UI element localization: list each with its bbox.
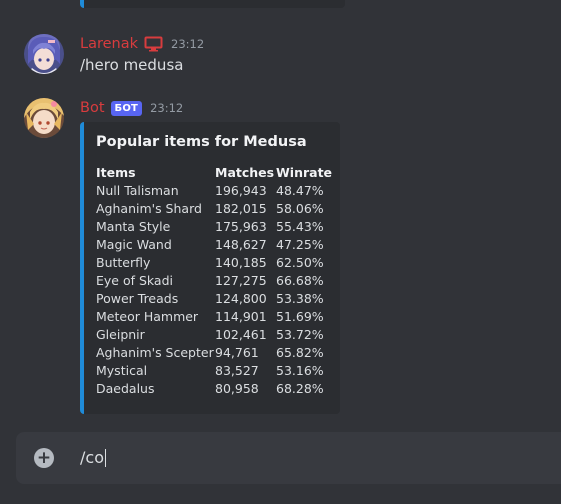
monitor-icon [144, 36, 163, 52]
winrate-cell: 62.50% [276, 255, 324, 270]
previous-embed [80, 0, 345, 8]
winrate-cell: 55.43% [276, 219, 324, 234]
message-header: Larenak 23:12 [80, 34, 204, 54]
embed-title: Popular items for Medusa [96, 134, 307, 150]
bot-avatar-image [24, 98, 64, 138]
matches-cell: 124,800 [215, 291, 267, 306]
username[interactable]: Bot [80, 100, 105, 116]
matches-cell: 175,963 [215, 219, 267, 234]
embed-column-items: Items Null Talisman Aghanim's Shard Mant… [96, 164, 214, 398]
column-header: Winrate [276, 165, 333, 180]
message-input[interactable]: /co [80, 448, 106, 468]
matches-cell: 148,627 [215, 237, 267, 252]
matches-cell: 94,761 [215, 345, 259, 360]
message-input-value: /co [80, 448, 104, 467]
timestamp: 23:12 [171, 37, 205, 51]
matches-cell: 102,461 [215, 327, 267, 342]
bot-badge: БОТ [110, 100, 143, 116]
item-cell: Aghanim's Scepter [96, 345, 214, 360]
text-caret [104, 449, 106, 467]
winrate-cell: 58.06% [276, 201, 324, 216]
winrate-cell: 66.68% [276, 273, 324, 288]
message-header: Bot БОТ 23:12 [80, 98, 183, 118]
item-cell: Eye of Skadi [96, 273, 174, 288]
chat-window: Larenak 23:12 /hero medusa Bot БОТ 23:12… [0, 0, 561, 504]
matches-cell: 127,275 [215, 273, 267, 288]
matches-cell: 114,901 [215, 309, 267, 324]
matches-cell: 83,527 [215, 363, 259, 378]
winrate-cell: 51.69% [276, 309, 324, 324]
embed: Popular items for Medusa Items Null Tali… [80, 122, 340, 414]
winrate-cell: 53.16% [276, 363, 324, 378]
avatar[interactable] [24, 34, 64, 74]
winrate-cell: 68.28% [276, 381, 324, 396]
item-cell: Aghanim's Shard [96, 201, 202, 216]
item-cell: Meteor Hammer [96, 309, 199, 324]
embed-column-winrate: Winrate 48.47% 58.06% 55.43% 47.25% 62.5… [276, 164, 333, 398]
winrate-cell: 47.25% [276, 237, 324, 252]
winrate-cell: 48.47% [276, 183, 324, 198]
item-cell: Manta Style [96, 219, 171, 234]
item-cell: Gleipnir [96, 327, 145, 342]
message-composer[interactable]: + /co [16, 432, 561, 484]
item-cell: Daedalus [96, 381, 155, 396]
username[interactable]: Larenak [80, 36, 138, 52]
item-cell: Mystical [96, 363, 148, 378]
plus-circle-icon[interactable]: + [34, 448, 54, 468]
matches-cell: 80,958 [215, 381, 259, 396]
avatar[interactable] [24, 98, 64, 138]
item-cell: Magic Wand [96, 237, 172, 252]
matches-cell: 140,185 [215, 255, 267, 270]
embed-column-matches: Matches 196,943 182,015 175,963 148,627 … [215, 164, 275, 398]
larenak-avatar-image [24, 34, 64, 74]
matches-cell: 196,943 [215, 183, 267, 198]
item-cell: Null Talisman [96, 183, 179, 198]
winrate-cell: 65.82% [276, 345, 324, 360]
timestamp: 23:12 [150, 101, 184, 115]
column-header: Items [96, 165, 136, 180]
winrate-cell: 53.38% [276, 291, 324, 306]
item-cell: Butterfly [96, 255, 151, 270]
matches-cell: 182,015 [215, 201, 267, 216]
message-content: /hero medusa [80, 56, 184, 74]
column-header: Matches [215, 165, 275, 180]
winrate-cell: 53.72% [276, 327, 324, 342]
item-cell: Power Treads [96, 291, 179, 306]
